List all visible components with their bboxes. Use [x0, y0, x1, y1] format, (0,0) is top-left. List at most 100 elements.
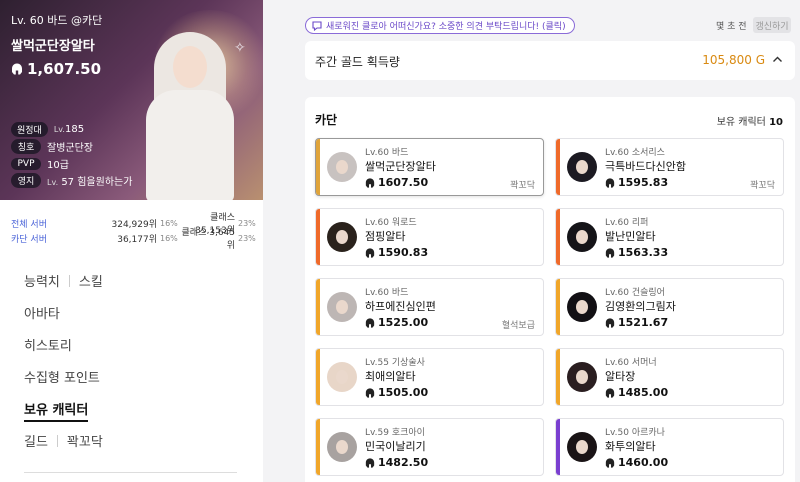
character-class-level: Lv.60 워로드 — [365, 218, 417, 228]
character-count: 보유 캐릭터 10 — [716, 117, 783, 128]
character-class-level: Lv.55 기상술사 — [365, 358, 425, 368]
item-level-value: 1525.00 — [378, 316, 429, 329]
character-name: 극특바드다신안함 — [605, 160, 686, 173]
character-item-level: 1525.00 — [365, 316, 428, 329]
character-name: 쌀먹군단장알타 — [365, 160, 436, 173]
character-name: 최애의알타 — [365, 370, 416, 383]
helmet-icon — [365, 457, 375, 468]
character-class-level: Lv.59 호크아이 — [365, 428, 425, 438]
character-avatar — [327, 292, 357, 322]
character-card[interactable]: Lv.55 기상술사 최애의알타 1505.00 — [315, 348, 544, 406]
character-hero: ✧ Lv. 60 바드 @카단 쌀먹군단장알타 1,607.50 원정대 Lv.… — [0, 0, 263, 200]
helmet-icon — [365, 317, 375, 328]
character-name: 점핑알타 — [365, 230, 406, 243]
character-card[interactable]: Lv.59 호크아이 민국이날리기 1482.50 — [315, 418, 544, 476]
info-tag: 칭호 — [11, 139, 41, 154]
character-avatar — [327, 432, 357, 462]
refresh-button[interactable]: 갱신하기 — [753, 17, 791, 33]
helmet-icon — [365, 247, 375, 258]
update-time: 몇 초 전 — [716, 22, 747, 32]
character-avatar — [327, 152, 357, 182]
character-card[interactable]: Lv.60 리퍼발난민알타 1563.33 — [555, 208, 784, 266]
character-avatar — [567, 432, 597, 462]
info-pvp: PVP 10급 — [11, 156, 69, 171]
character-name: 민국이날리기 — [365, 440, 426, 453]
character-class-level: Lv.60 서머너 — [605, 358, 657, 368]
info-estate: 영지 Lv. 57 힘을원하는가 — [11, 173, 132, 188]
character-class-level: Lv.60 리퍼 — [605, 218, 649, 228]
character-roster: 카단 보유 캐릭터 10 Lv.60 바드 쌀먹군단장알타 1607.50 꽉꼬닥 Lv… — [305, 97, 795, 482]
item-level: 1,607.50 — [11, 60, 101, 78]
feedback-banner[interactable]: 새로워진 클로아 어떠신가요? 소중한 의견 부탁드립니다! (클릭) — [305, 17, 575, 34]
character-avatar — [327, 362, 357, 392]
character-class-level: Lv.60 소서리스 — [605, 148, 665, 158]
nav-history[interactable]: 히스토리 — [24, 335, 72, 354]
info-value: 10급 — [47, 160, 69, 171]
character-card[interactable]: Lv.60 워로드점핑알타 1590.83 — [315, 208, 544, 266]
info-expedition: 원정대 Lv.185 — [11, 122, 84, 137]
character-name: 김영환의그림자 — [605, 300, 676, 313]
character-class-level: Lv.60 바드 — [365, 148, 409, 158]
character-guild: 꽉꼬닥 — [750, 181, 775, 191]
character-card[interactable]: Lv.60 소서리스극특바드다신안함 1595.83 꽉꼬닥 — [555, 138, 784, 196]
character-item-level: 1595.83 — [605, 176, 668, 189]
feedback-text: 새로워진 클로아 어떠신가요? 소중한 의견 부탁드립니다! (클릭) — [326, 22, 566, 32]
character-card[interactable]: Lv.50 아르카나화투의알타 1460.00 — [555, 418, 784, 476]
guild-name[interactable]: 꽉꼬닥 — [67, 431, 103, 450]
character-card[interactable]: Lv.60 바드 쌀먹군단장알타 1607.50 꽉꼬닥 — [315, 138, 544, 196]
character-class-level: Lv.50 아르카나 — [605, 428, 665, 438]
nav-skill[interactable]: 스킬 — [79, 271, 103, 290]
weekly-gold-panel[interactable]: 주간 골드 획득량 105,800 G — [305, 41, 795, 80]
nav-characters[interactable]: 보유 캐릭터 — [24, 399, 89, 422]
character-portrait — [142, 32, 238, 200]
accent-bar — [556, 419, 560, 475]
nav-guild-link[interactable]: 길드 — [24, 431, 48, 450]
accent-bar — [316, 209, 320, 265]
character-card[interactable]: Lv.60 건슬링어김영환의그림자 1521.67 — [555, 278, 784, 336]
accent-bar — [316, 349, 320, 405]
item-level-value: 1590.83 — [378, 246, 429, 259]
character-avatar — [567, 362, 597, 392]
nav-avatar[interactable]: 아바타 — [24, 303, 60, 322]
info-value: 잘병군단장 — [47, 143, 93, 154]
item-level-value: 1485.00 — [618, 386, 669, 399]
accent-bar — [316, 139, 320, 195]
accent-bar — [316, 419, 320, 475]
character-name: 하프에진심인편 — [365, 300, 436, 313]
info-title: 칭호 잘병군단장 — [11, 139, 93, 154]
character-name: 화투의알타 — [605, 440, 656, 453]
character-item-level: 1590.83 — [365, 246, 428, 259]
character-guild: 혈석보급 — [501, 321, 535, 331]
character-card[interactable]: Lv.60 바드하프에진심인편 1525.00 혈석보급 — [315, 278, 544, 336]
info-value: 57 힘을원하는가 — [61, 177, 133, 188]
nav-collectibles[interactable]: 수집형 포인트 — [24, 367, 100, 386]
character-card[interactable]: Lv.60 서머너알타장 1485.00 — [555, 348, 784, 406]
nav-ability[interactable]: 능력치 — [24, 271, 60, 290]
character-name: 쌀먹군단장알타 — [11, 39, 95, 54]
character-name: 발난민알타 — [605, 230, 656, 243]
character-item-level: 1563.33 — [605, 246, 668, 259]
chevron-up-icon[interactable] — [772, 54, 783, 65]
helmet-icon — [605, 317, 615, 328]
divider — [24, 472, 237, 473]
item-level-value: 1595.83 — [618, 176, 669, 189]
character-class-level: Lv.60 건슬링어 — [605, 288, 665, 298]
helmet-icon — [605, 247, 615, 258]
server-name: 카단 — [315, 113, 338, 127]
accent-bar — [316, 279, 320, 335]
character-class-level: Lv.60 바드 — [365, 288, 409, 298]
item-level-value: 1,607.50 — [27, 60, 102, 78]
item-level-value: 1521.67 — [618, 316, 669, 329]
profile-panel: ✧ Lv. 60 바드 @카단 쌀먹군단장알타 1,607.50 원정대 Lv.… — [0, 0, 263, 482]
info-tag: 원정대 — [11, 122, 48, 137]
helmet-icon — [605, 387, 615, 398]
item-level-value: 1460.00 — [618, 456, 669, 469]
accent-bar — [556, 139, 560, 195]
helmet-icon — [12, 63, 22, 75]
ranking-stats: 전체 서버 324,929위 16% 클래스 35,153위 23% 카단 서버… — [0, 200, 263, 251]
accent-bar — [556, 209, 560, 265]
accent-bar — [556, 349, 560, 405]
character-name: 알타장 — [605, 370, 636, 383]
helmet-icon — [365, 177, 375, 188]
character-avatar — [567, 292, 597, 322]
